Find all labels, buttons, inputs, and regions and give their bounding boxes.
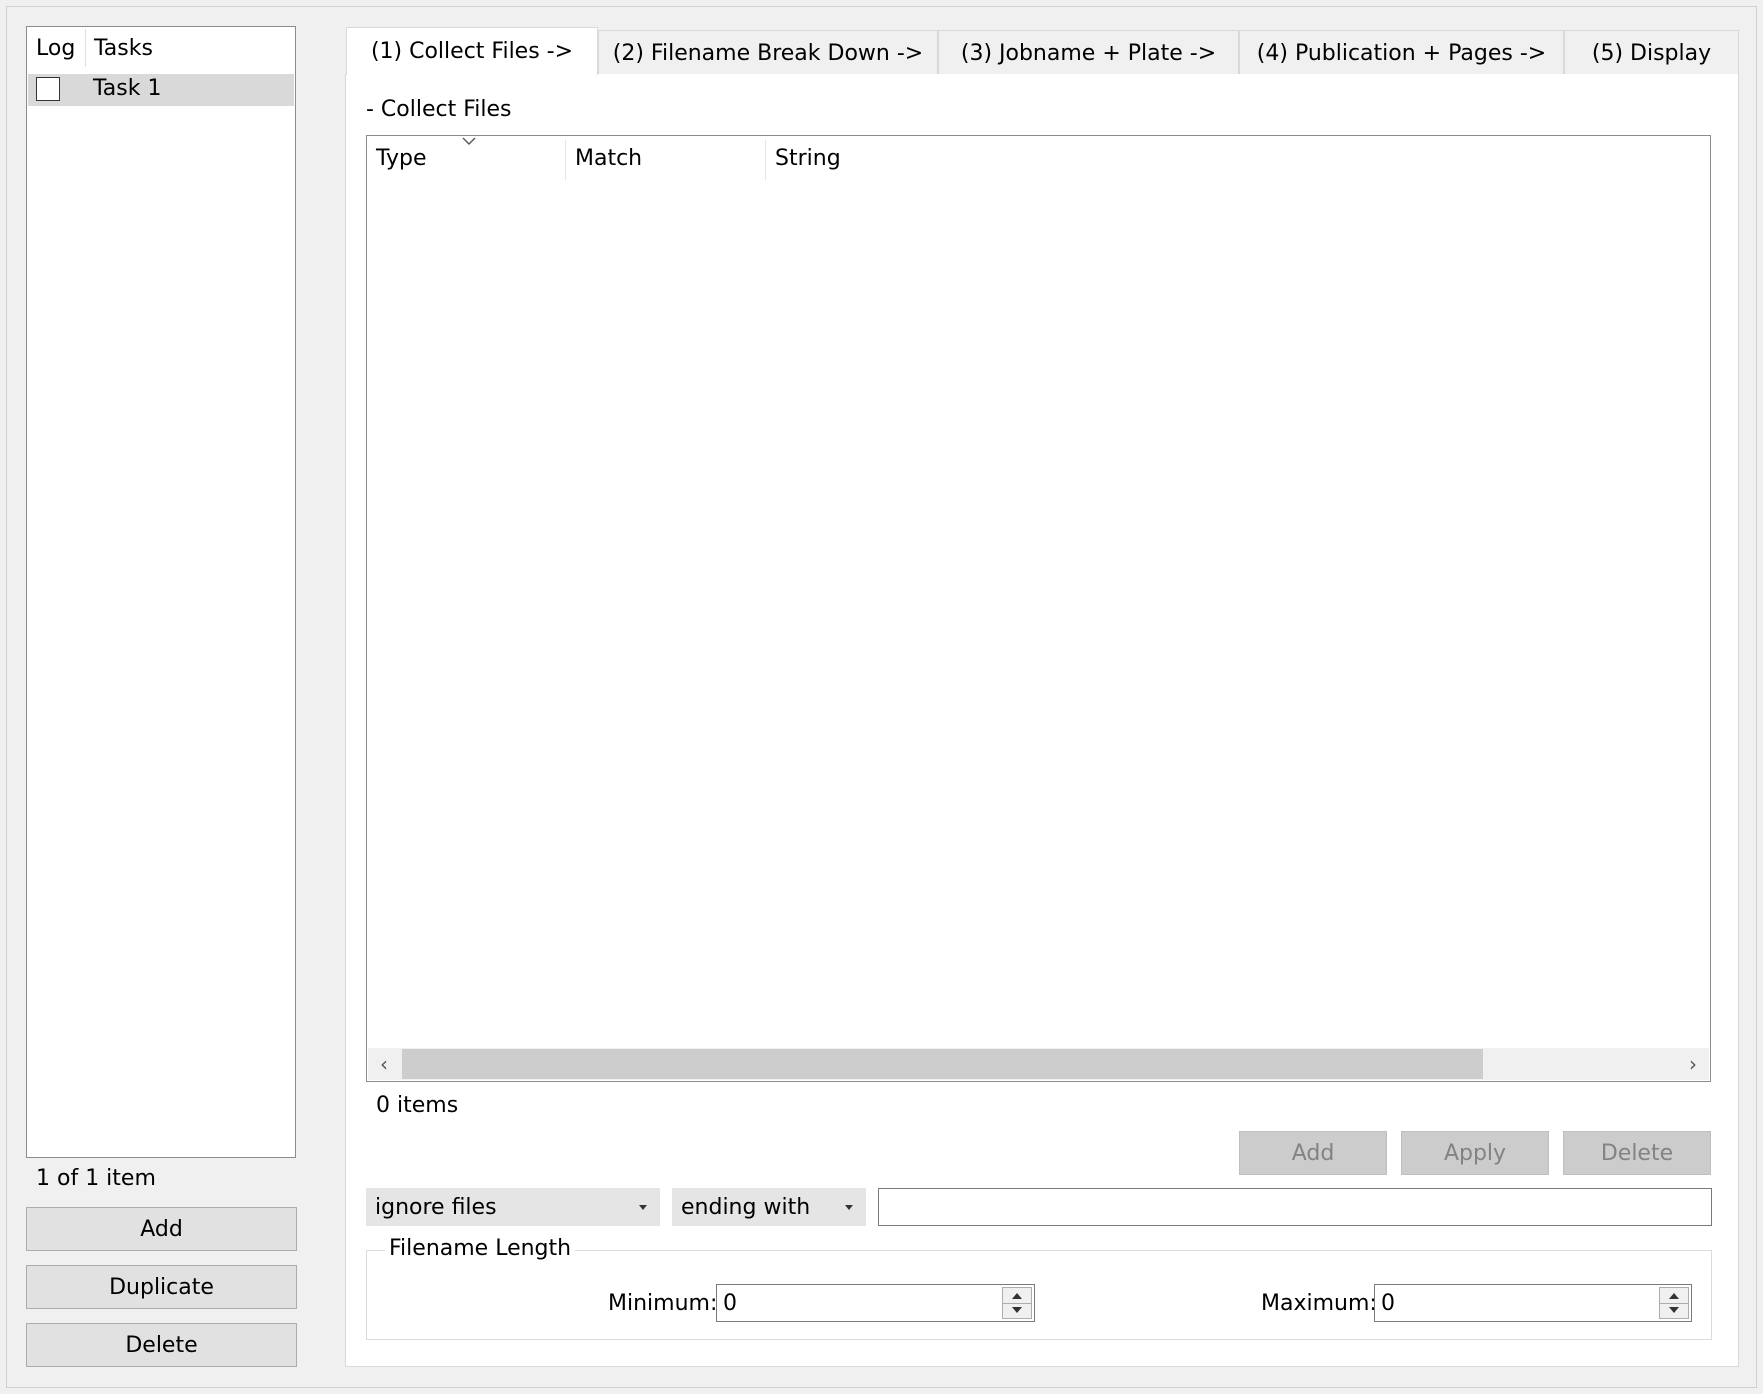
spin-up-icon[interactable] xyxy=(1012,1293,1022,1299)
spin-arrows-icon[interactable] xyxy=(1002,1287,1032,1319)
task-list[interactable]: Log Tasks Task 1 xyxy=(26,26,296,1158)
column-separator xyxy=(565,140,566,180)
column-header-match[interactable]: Match xyxy=(575,146,642,171)
add-rule-button[interactable]: Add xyxy=(1239,1131,1387,1175)
tab-collect-files[interactable]: (1) Collect Files -> xyxy=(346,27,598,75)
column-separator xyxy=(765,140,766,180)
string-input[interactable] xyxy=(878,1188,1712,1226)
maximum-value: 0 xyxy=(1381,1291,1395,1316)
column-header-string[interactable]: String xyxy=(775,146,841,171)
spin-divider xyxy=(1003,1303,1031,1304)
caret-down-icon xyxy=(639,1205,647,1210)
match-combo[interactable]: ending with xyxy=(672,1188,866,1226)
delete-rule-button[interactable]: Delete xyxy=(1563,1131,1711,1175)
task-count: 1 of 1 item xyxy=(36,1166,156,1191)
spin-arrows-icon[interactable] xyxy=(1659,1287,1689,1319)
minimum-value: 0 xyxy=(723,1291,737,1316)
column-header-log[interactable]: Log xyxy=(36,36,75,61)
caret-down-icon xyxy=(845,1205,853,1210)
maximum-spinbox[interactable]: 0 xyxy=(1374,1284,1692,1322)
items-count: 0 items xyxy=(376,1093,459,1118)
tab-display[interactable]: (5) Display xyxy=(1564,30,1739,76)
log-checkbox-icon[interactable] xyxy=(36,77,60,101)
spin-down-icon[interactable] xyxy=(1669,1307,1679,1313)
match-combo-value: ending with xyxy=(681,1195,811,1220)
minimum-label: Minimum: xyxy=(608,1291,718,1316)
horizontal-scrollbar[interactable]: ‹ › xyxy=(368,1048,1709,1080)
tab-filename-break-down[interactable]: (2) Filename Break Down -> xyxy=(598,30,938,76)
delete-task-button[interactable]: Delete xyxy=(26,1323,297,1367)
apply-rule-button[interactable]: Apply xyxy=(1401,1131,1549,1175)
group-title: Filename Length xyxy=(385,1236,576,1261)
chevron-left-icon[interactable]: ‹ xyxy=(374,1052,394,1076)
chevron-right-icon[interactable]: › xyxy=(1683,1052,1703,1076)
task-name: Task 1 xyxy=(93,76,162,101)
sort-chevron-down-icon xyxy=(462,137,476,145)
task-list-header: Log Tasks xyxy=(27,27,295,71)
column-separator xyxy=(85,29,86,67)
spin-divider xyxy=(1660,1303,1688,1304)
scrollbar-thumb[interactable] xyxy=(402,1049,1483,1079)
add-task-button[interactable]: Add xyxy=(26,1207,297,1251)
type-combo-value: ignore files xyxy=(375,1195,497,1220)
section-title: - Collect Files xyxy=(366,97,512,122)
minimum-spinbox[interactable]: 0 xyxy=(716,1284,1035,1322)
tab-jobname-plate[interactable]: (3) Jobname + Plate -> xyxy=(938,30,1239,76)
column-header-type[interactable]: Type xyxy=(376,146,427,171)
rules-table[interactable]: Type Match String ‹ › xyxy=(366,135,1711,1082)
spin-down-icon[interactable] xyxy=(1012,1307,1022,1313)
duplicate-task-button[interactable]: Duplicate xyxy=(26,1265,297,1309)
tab-publication-pages[interactable]: (4) Publication + Pages -> xyxy=(1239,30,1564,76)
maximum-label: Maximum: xyxy=(1261,1291,1377,1316)
spin-up-icon[interactable] xyxy=(1669,1293,1679,1299)
task-row[interactable]: Task 1 xyxy=(28,74,294,106)
column-header-tasks[interactable]: Tasks xyxy=(94,36,153,61)
type-combo[interactable]: ignore files xyxy=(366,1188,660,1226)
